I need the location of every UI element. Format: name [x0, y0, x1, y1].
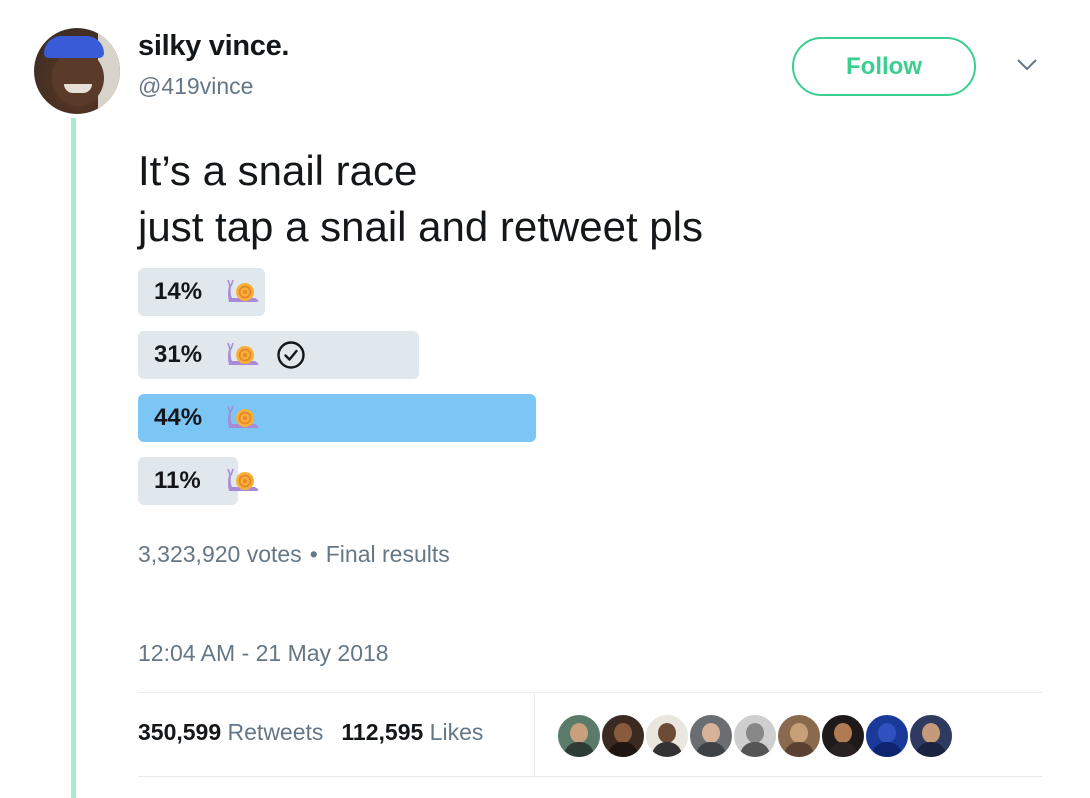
- snail-icon: [227, 342, 259, 365]
- retweets-stat[interactable]: 350,599 Retweets: [138, 719, 323, 745]
- poll-vote-count: 3,323,920 votes: [138, 541, 302, 567]
- liker-avatar[interactable]: [644, 713, 690, 759]
- poll-option[interactable]: 31%: [138, 331, 1043, 379]
- snail-icon: [227, 405, 259, 428]
- thread-line: [71, 118, 76, 798]
- tweet-text: It’s a snail race just tap a snail and r…: [138, 143, 703, 255]
- tweet-text-line: It’s a snail race: [138, 147, 418, 194]
- follow-button[interactable]: Follow: [792, 37, 976, 96]
- poll-option[interactable]: 14%: [138, 268, 1043, 316]
- tweet-timestamp[interactable]: 12:04 AM - 21 May 2018: [138, 640, 389, 667]
- tweet-text-line: just tap a snail and retweet pls: [138, 203, 703, 250]
- snail-icon: [227, 279, 259, 302]
- liker-avatar[interactable]: [600, 713, 646, 759]
- liker-avatar[interactable]: [732, 713, 778, 759]
- user-avatar[interactable]: [34, 28, 120, 114]
- likes-count: 112,595: [341, 719, 424, 745]
- retweets-count: 350,599: [138, 719, 222, 745]
- liker-avatar[interactable]: [776, 713, 822, 759]
- poll-option-percent: 14%: [154, 278, 203, 305]
- snail-icon: [227, 468, 259, 491]
- user-display-name[interactable]: silky vince.: [138, 30, 289, 63]
- liker-avatar[interactable]: [908, 713, 954, 759]
- likes-stat[interactable]: 112,595 Likes: [341, 719, 483, 745]
- liker-avatar[interactable]: [688, 713, 734, 759]
- tweet-stats: 350,599 Retweets 112,595 Likes: [138, 719, 483, 746]
- chevron-down-icon[interactable]: [1016, 58, 1038, 72]
- retweets-label: Retweets: [227, 719, 324, 745]
- user-handle[interactable]: @419vince: [138, 73, 253, 100]
- liker-avatar[interactable]: [820, 713, 866, 759]
- checkmark-circle-icon: [277, 341, 305, 369]
- poll-option[interactable]: 11%: [138, 457, 1043, 505]
- divider: [138, 776, 1042, 777]
- divider: [534, 692, 535, 776]
- liker-avatar[interactable]: [556, 713, 602, 759]
- poll-option-percent: 11%: [154, 467, 201, 494]
- poll-status: Final results: [325, 541, 450, 567]
- poll-option[interactable]: 44%: [138, 394, 1043, 442]
- separator-dot: •: [309, 541, 318, 567]
- divider: [138, 692, 1042, 693]
- poll-option-percent: 44%: [154, 404, 203, 431]
- poll-meta: 3,323,920 votes • Final results: [138, 541, 450, 568]
- liker-avatars: [556, 713, 954, 759]
- poll-option-percent: 31%: [154, 341, 203, 368]
- likes-label: Likes: [429, 719, 484, 745]
- liker-avatar[interactable]: [864, 713, 910, 759]
